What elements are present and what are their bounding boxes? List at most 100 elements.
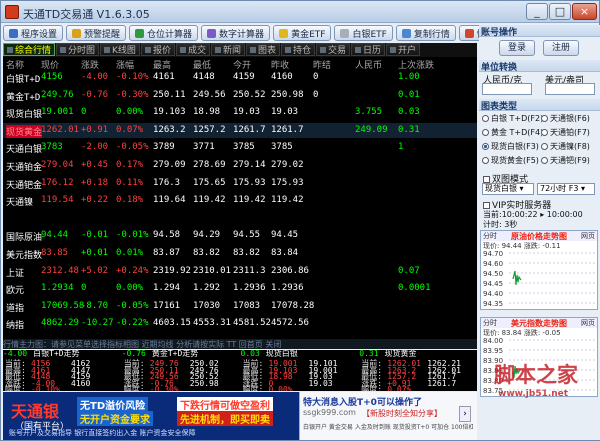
quote-row[interactable]	[3, 211, 477, 226]
tab-7[interactable]: 持仓	[281, 43, 316, 56]
quote-row[interactable]: 欧元 1.2934 0 0.00% 1.294 1.292 1.2936 1.2936 0.00…	[3, 281, 477, 296]
column-header[interactable]: 最低	[193, 58, 211, 71]
chart2-tab-right[interactable]: 网页	[581, 318, 595, 328]
tab-6[interactable]: 图表	[245, 43, 280, 56]
tab-label: 持仓	[293, 46, 312, 56]
cell-prev: 94.45	[271, 230, 299, 241]
cell-name: 美元指数	[6, 251, 43, 261]
column-header[interactable]: 最高	[153, 58, 171, 71]
tab-0[interactable]: 综合行情	[3, 43, 56, 56]
crude-oil-chart[interactable]: 原油价格走势图 分时 网页 现价: 94.44 涨跌: -0.11 94.70 9…	[480, 230, 598, 310]
tab-1[interactable]: 分时图	[56, 43, 100, 56]
quote-row[interactable]: 纳指 4862.29 -10.27 -0.22% 4603.15 4553.31 4581.…	[3, 316, 477, 331]
toolbar-button-4[interactable]: 黄金ETF	[273, 25, 332, 41]
chart1-tab-left[interactable]: 分时	[483, 231, 497, 241]
toolbar-label: 数字计算器	[219, 29, 265, 40]
mini-panel[interactable]: -4.00 白银T+D走势 当前: 4156 4162 最高: 4161 4147 最低: 414…	[3, 350, 121, 391]
cell-open: 2311.3	[233, 265, 266, 276]
chart-type-radio[interactable]: 天通镍(F8)	[541, 141, 590, 152]
cell-chg: +0.91	[81, 124, 109, 135]
cell-price: 19.001	[41, 107, 74, 118]
column-header[interactable]: 上次涨跌	[398, 58, 434, 71]
vip-checkbox[interactable]	[483, 202, 490, 209]
tab-9[interactable]: 日历	[351, 43, 386, 56]
symbol-select[interactable]: 现货白银 ▾	[482, 183, 534, 195]
chart1-tab-right[interactable]: 网页	[581, 231, 595, 241]
dual-chart-checkbox[interactable]	[483, 176, 490, 183]
cell-high: 119.64	[153, 195, 186, 206]
chart-type-radio[interactable]: 现货黄金(F5)	[482, 155, 539, 166]
tab-5[interactable]: 新闻	[210, 43, 245, 56]
login-button[interactable]: 登录	[499, 40, 535, 56]
column-header[interactable]: 今开	[233, 58, 251, 71]
ad-next-button[interactable]: ›	[459, 406, 471, 422]
tab-bar: 综合行情 分时图 K线图 报价 成交 新闻 图表 持仓 交易 日历 开户	[3, 43, 477, 57]
chart-type-radio[interactable]: 天通银(F6)	[541, 113, 590, 124]
tab-3[interactable]: 报价	[140, 43, 175, 56]
toolbar-label: 复制行情	[413, 29, 450, 40]
quote-row[interactable]: 上证 2312.48 +5.02 +0.24% 2319.92 2310.01 2311.3…	[3, 264, 477, 279]
toolbar-button-6[interactable]: 复制行情	[395, 25, 456, 41]
mini-panel-title: 现货白银	[265, 350, 298, 358]
quote-row[interactable]: 天通铂金 279.04 +0.45 0.17% 279.09 278.69 279.14 27…	[3, 158, 477, 173]
maximize-button[interactable]: □	[549, 3, 571, 20]
mini-panel-line: 幅度: -0.30%	[124, 384, 230, 391]
close-button[interactable]: ×	[572, 3, 597, 20]
quote-row[interactable]: 白银T+D 4156 -4.00 -0.10% 4161 4148 4159 4160 0 1.0…	[3, 70, 477, 85]
cell-rmb: 249.09	[355, 124, 388, 135]
tab-10[interactable]: 开户	[386, 43, 421, 56]
quote-row[interactable]: 黄金T+D 249.76 -0.76 -0.30% 250.11 249.56 250.52…	[3, 88, 477, 103]
tab-4[interactable]: 成交	[175, 43, 210, 56]
chart-type-radio[interactable]: 天通钯(F9)	[541, 155, 590, 166]
mini-panel[interactable]: 0.03 现货白银 当前: 19.001 19.101 最高: 19.103 19.001 最低…	[240, 350, 359, 391]
toolbar-button-3[interactable]: 数字计算器	[201, 25, 271, 41]
quote-row[interactable]: 现货白银 19.001 0 0.00% 19.103 18.98 19.03 19.03 3.7…	[3, 105, 477, 120]
ad-side-title: 特大消息入股T+0可以操作了	[303, 398, 422, 408]
toolbar-button-0[interactable]: 程序设置	[3, 25, 64, 41]
chart2-tab-left[interactable]: 分时	[483, 318, 497, 328]
cell-low: 4553.31	[193, 318, 231, 329]
quote-row[interactable]: 道指 17069.58 -8.70 -0.05% 17161 17030 17083 1707…	[3, 299, 477, 314]
cell-chg: +0.45	[81, 160, 109, 170]
quote-row[interactable]: 现货黄金 1262.01 +0.91 0.07% 1263.2 1257.2 1261.7 1…	[3, 122, 477, 138]
cell-chg: -10.27	[81, 318, 114, 329]
column-header[interactable]: 涨跌	[81, 58, 99, 71]
chart-type-radio[interactable]: 天通铂(F7)	[541, 127, 590, 138]
radio-icon	[541, 115, 548, 122]
quote-row[interactable]: 天通钯金 176.12 +0.18 0.11% 176.3 175.65 175.93 175…	[3, 176, 477, 191]
quote-row[interactable]: 天通白银 3783 -2.00 -0.05% 3789 3771 3785 3785 1	[3, 140, 477, 155]
tab-icon	[390, 46, 397, 53]
tab-8[interactable]: 交易	[316, 43, 351, 56]
mini-panel-header: 0.31 现货黄金	[359, 350, 477, 358]
quote-row[interactable]: 美元指数 83.85 +0.01 0.01% 83.87 83.82 83.82 83.84	[3, 246, 477, 261]
chart-type-radio[interactable]: 黄金 T+D(F4)	[482, 127, 543, 138]
mini-panel[interactable]: -0.76 黄金T+D走势 当前: 249.76 250.02 最高: 250.11 249.…	[121, 350, 240, 391]
rmb-input[interactable]	[482, 83, 532, 95]
period-select[interactable]: 72小时 F3 ▾	[537, 183, 595, 195]
ad-left[interactable]: 天通银 （国有平台） 无TD溢价风险 无开户资金要求 下跌行情可做空盈利 先进机…	[3, 392, 299, 440]
tab-2[interactable]: K线图	[100, 43, 140, 56]
column-header[interactable]: 昨收	[271, 58, 289, 71]
advertisement-banner[interactable]: 天通银 （国有平台） 无TD溢价风险 无开户资金要求 下跌行情可做空盈利 先进机…	[3, 392, 477, 440]
quote-row[interactable]: 天通镍 119.54 +0.22 0.18% 119.64 119.42 119.42 119…	[3, 193, 477, 208]
toolbar-button-2[interactable]: 仓位计算器	[129, 25, 199, 41]
register-button[interactable]: 注册	[543, 40, 579, 56]
cell-open: 4159	[233, 72, 255, 82]
column-header[interactable]: 名称	[6, 58, 24, 71]
column-header[interactable]: 现价	[41, 58, 59, 71]
ad-side-link[interactable]: 【新股时刻全知分享】	[362, 408, 442, 419]
dollar-index-chart[interactable]: 美元指数走势图 分时 网页 现价: 83.84 涨跌: -0.05 84.00 8…	[480, 317, 598, 397]
toolbar-button-5[interactable]: 白银ETF	[334, 25, 393, 41]
chart-type-radio[interactable]: 现货白银(F3)	[482, 141, 539, 152]
column-header[interactable]: 昨结	[313, 58, 331, 71]
toolbar-button-1[interactable]: 预警提醒	[66, 25, 127, 41]
ad-right[interactable]: 特大消息入股T+0可以操作了 ssgk999.com 【新股时刻全知分享】 白银…	[299, 392, 477, 440]
column-header[interactable]: 人民币	[355, 58, 382, 71]
cell-price: 279.04	[41, 160, 74, 170]
column-header[interactable]: 涨幅	[116, 58, 134, 71]
quote-row[interactable]: 国际原油 94.44 -0.01 -0.01% 94.58 94.29 94.55 94.45	[3, 228, 477, 243]
mini-panel[interactable]: 0.31 现货黄金 当前: 1262.01 1262.21 最高: 1263.2 1262.0…	[359, 350, 477, 391]
usd-input[interactable]	[545, 83, 595, 95]
minimize-button[interactable]: _	[526, 3, 548, 20]
chart-type-radio[interactable]: 白银 T+D(F2)	[482, 113, 543, 124]
